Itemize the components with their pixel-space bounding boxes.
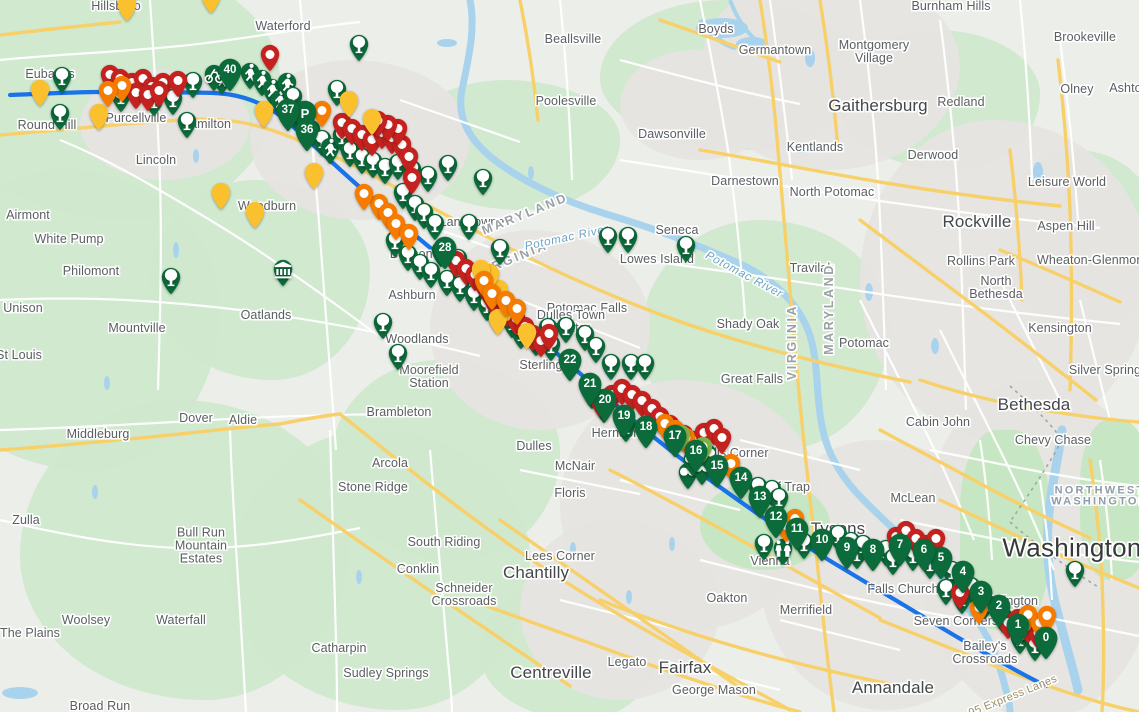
attraction-poi-marker[interactable] <box>304 162 325 190</box>
park-poi-marker[interactable] <box>618 226 639 254</box>
mile-marker-22[interactable]: 22 <box>557 348 583 382</box>
attraction-poi-marker[interactable] <box>517 322 538 350</box>
food-poi-marker[interactable] <box>149 80 170 108</box>
park-poi-marker[interactable] <box>52 66 73 94</box>
service-poi-marker[interactable] <box>98 80 119 108</box>
mile-marker-0[interactable]: 0 <box>1033 626 1059 660</box>
attraction-poi-marker[interactable] <box>362 108 383 136</box>
park-poi-marker[interactable] <box>388 343 409 371</box>
food-poi-marker[interactable] <box>402 167 423 195</box>
food-poi-marker[interactable] <box>539 323 560 351</box>
mile-marker-28[interactable]: 28 <box>432 236 458 270</box>
park-poi-marker[interactable] <box>273 259 294 287</box>
park-poi-marker[interactable] <box>373 312 394 340</box>
mile-marker-37[interactable]: 37 <box>275 98 301 132</box>
mile-marker-8[interactable]: 8 <box>860 538 886 572</box>
mile-marker-10[interactable]: 10 <box>809 528 835 562</box>
park-poi-marker[interactable] <box>598 226 619 254</box>
mile-marker-14[interactable]: 14 <box>728 466 754 500</box>
attraction-poi-marker[interactable] <box>339 90 360 118</box>
park-poi-marker[interactable] <box>50 103 71 131</box>
mile-marker-7[interactable]: 7 <box>887 533 913 567</box>
park-poi-marker[interactable] <box>161 267 182 295</box>
attraction-poi-marker[interactable] <box>30 79 51 107</box>
park-poi-marker[interactable] <box>438 154 459 182</box>
service-poi-marker[interactable] <box>507 298 528 326</box>
park-poi-marker[interactable] <box>676 235 697 263</box>
park-poi-marker[interactable] <box>349 34 370 62</box>
map-canvas[interactable]: Washington Gaithersburg Rockville Bethesda C… <box>0 0 1139 712</box>
attraction-poi-marker[interactable] <box>117 0 138 22</box>
attraction-poi-marker[interactable] <box>245 201 266 229</box>
food-poi-marker[interactable] <box>260 44 281 72</box>
mile-marker-40[interactable]: 40 <box>217 58 243 92</box>
park-poi-marker[interactable] <box>473 168 494 196</box>
park-poi-marker[interactable] <box>601 353 622 381</box>
park-poi-marker[interactable] <box>635 353 656 381</box>
attraction-poi-marker[interactable] <box>201 0 222 14</box>
service-poi-marker[interactable] <box>399 223 420 251</box>
attraction-poi-marker[interactable] <box>254 100 275 128</box>
food-poi-marker[interactable] <box>712 427 733 455</box>
mile-marker-6[interactable]: 6 <box>911 538 937 572</box>
attraction-poi-marker[interactable] <box>211 182 232 210</box>
service-poi-marker[interactable] <box>354 183 375 211</box>
food-poi-marker[interactable] <box>168 70 189 98</box>
park-poi-marker[interactable] <box>459 213 480 241</box>
mile-marker-9[interactable]: 9 <box>834 536 860 570</box>
mile-marker-17[interactable]: 17 <box>662 424 688 458</box>
park-poi-marker[interactable] <box>1065 560 1086 588</box>
park-poi-marker[interactable] <box>490 238 511 266</box>
